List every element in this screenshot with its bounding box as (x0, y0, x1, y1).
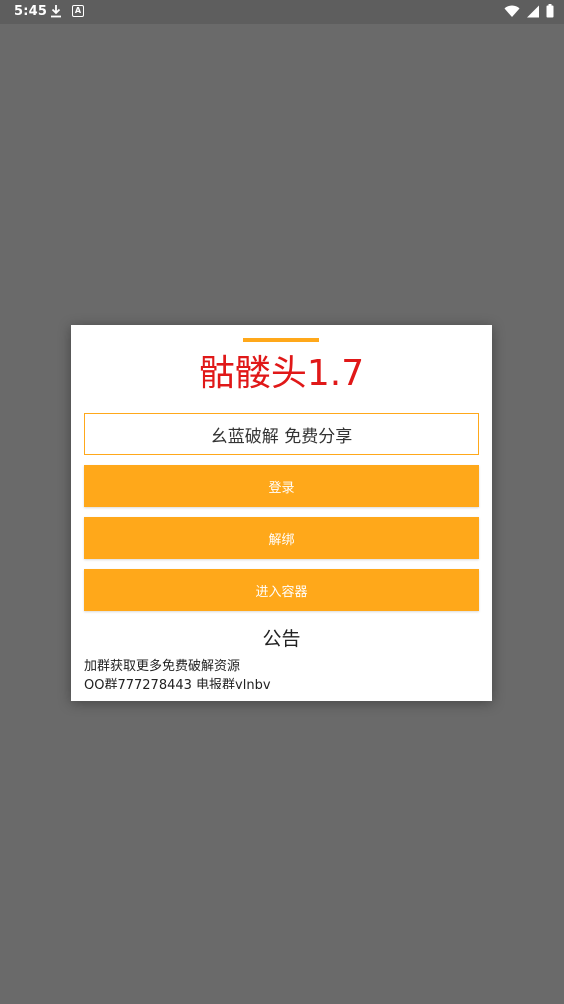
enter-container-button[interactable]: 进入容器 (84, 569, 479, 611)
login-dialog: 骷髅头1.7 幺蓝破解 免费分享 登录 解绑 进入容器 公告 加群获取更多免费破… (71, 325, 492, 701)
dialog-title: 骷髅头1.7 (198, 353, 365, 394)
notice-line: QQ群777278443 电报群ylnbv (84, 678, 271, 689)
app-a-icon: A (72, 5, 84, 17)
status-right-icons (504, 4, 554, 22)
status-time: 5:45 (14, 4, 48, 19)
status-bar: 5:45 A (0, 0, 564, 24)
status-left-icons: A (50, 4, 84, 18)
subtitle-box: 幺蓝破解 免费分享 (84, 413, 479, 455)
accent-bar (243, 338, 319, 342)
notice-title: 公告 (262, 628, 301, 650)
notice-body[interactable]: 加群获取更多免费破解资源 QQ群777278443 电报群ylnbv (84, 657, 479, 689)
battery-icon (546, 4, 554, 22)
wifi-icon (504, 5, 520, 22)
download-icon (50, 4, 62, 18)
signal-icon (526, 5, 540, 22)
unbind-button[interactable]: 解绑 (84, 517, 479, 559)
login-button[interactable]: 登录 (84, 465, 479, 507)
notice-line: 加群获取更多免费破解资源 (84, 659, 241, 674)
